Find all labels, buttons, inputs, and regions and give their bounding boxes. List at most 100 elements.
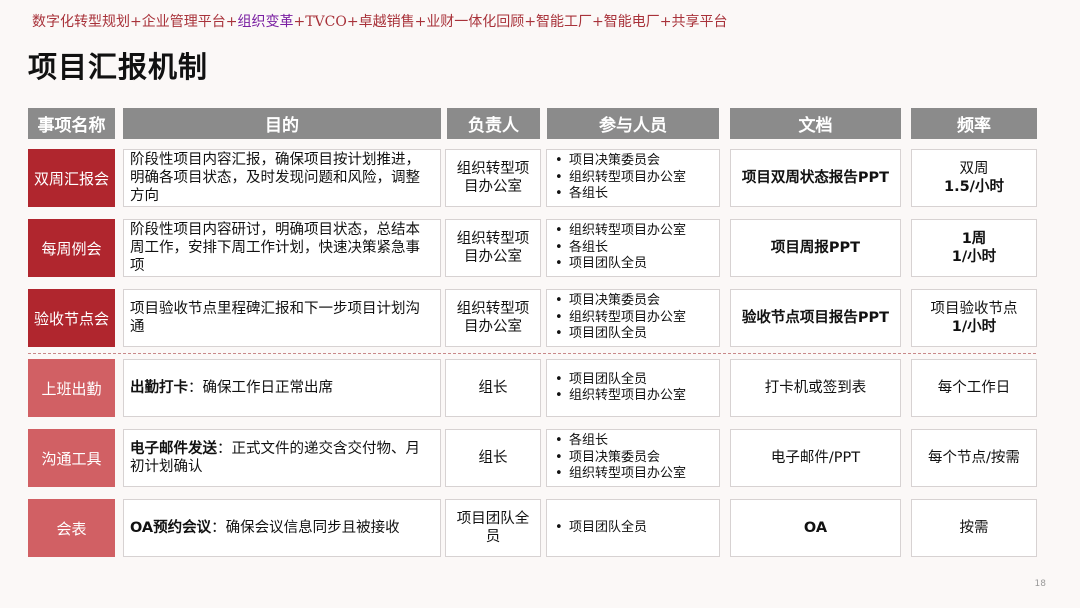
participants-cell: 组织转型项目办公室 各组长 项目团队全员	[546, 219, 720, 277]
document-cell: 项目周报PPT	[730, 219, 901, 277]
tag-org-change: 组织变革	[237, 14, 294, 30]
tag-separator: +	[225, 14, 238, 30]
owner-text: 组长	[478, 450, 508, 466]
tag-finance: 业财一体化回顾	[426, 14, 525, 30]
frequency-cell: 1周 1/小时	[911, 219, 1037, 277]
column-header-purpose: 目的	[123, 108, 441, 139]
participants-list: 项目决策委员会 组织转型项目办公室 各组长	[547, 153, 686, 203]
document-text: 项目双周状态报告PPT	[741, 170, 890, 186]
row-label-biweekly: 双周汇报会	[28, 149, 115, 207]
tag-separator: +	[659, 14, 672, 30]
owner-text: 组织转型项目办公室	[456, 301, 530, 335]
owner-cell: 组长	[445, 359, 541, 417]
document-cell: 验收节点项目报告PPT	[730, 289, 901, 347]
frequency-line1: 按需	[959, 520, 989, 536]
tag-separator: +	[524, 14, 537, 30]
purpose-cell: 阶段性项目内容汇报，确保项目按计划推进，明确各项目状态，及时发现问题和风险，调整…	[123, 149, 441, 207]
purpose-cell: 阶段性项目内容研讨，明确项目状态，总结本周工作，安排下周工作计划，快速决策紧急事…	[123, 219, 441, 277]
section-divider	[28, 353, 1036, 354]
tag-enterprise-platform: 企业管理平台	[141, 14, 226, 30]
frequency-line1: 每个工作日	[937, 380, 1011, 396]
participant-item: 组织转型项目办公室	[555, 223, 686, 240]
row-label-communication: 沟通工具	[28, 429, 115, 487]
tag-separator: +	[130, 14, 142, 30]
purpose-text: 阶段性项目内容研讨，明确项目状态，总结本周工作，安排下周工作计划，快速决策紧急事…	[130, 222, 420, 274]
purpose-cell: 出勤打卡：确保工作日正常出席	[123, 359, 441, 417]
document-cell: OA	[730, 499, 901, 557]
page-title: 项目汇报机制	[28, 50, 209, 84]
participant-item: 组织转型项目办公室	[555, 466, 686, 483]
row-label-weekly: 每周例会	[28, 219, 115, 277]
purpose-text: ：确保会议信息同步且被接收	[211, 520, 400, 536]
participant-item: 组织转型项目办公室	[555, 388, 686, 405]
frequency-cell: 双周 1.5/小时	[911, 149, 1037, 207]
participants-cell: 项目决策委员会 组织转型项目办公室 项目团队全员	[546, 289, 720, 347]
participants-list: 项目决策委员会 组织转型项目办公室 项目团队全员	[547, 293, 686, 343]
participant-item: 项目团队全员	[555, 326, 686, 343]
participants-list: 项目团队全员 组织转型项目办公室	[547, 372, 686, 405]
owner-cell: 组织转型项目办公室	[445, 219, 541, 277]
column-header-participants: 参与人员	[547, 108, 719, 139]
frequency-line1: 1周	[961, 231, 987, 247]
column-header-name: 事项名称	[28, 108, 115, 139]
purpose-text: 项目验收节点里程碑汇报和下一步项目计划沟通	[130, 301, 420, 335]
frequency-line1: 双周	[959, 161, 989, 177]
tag-shared-platform: 共享平台	[671, 14, 728, 30]
owner-cell: 组长	[445, 429, 541, 487]
participant-item: 组织转型项目办公室	[555, 170, 686, 187]
participants-cell: 项目团队全员	[546, 499, 720, 557]
frequency-line1: 每个节点/按需	[928, 450, 1020, 466]
tag-separator: +	[592, 14, 604, 30]
frequency-line2: 1.5/小时	[944, 179, 1004, 195]
participants-list: 组织转型项目办公室 各组长 项目团队全员	[547, 223, 686, 273]
document-cell: 打卡机或签到表	[730, 359, 901, 417]
document-text: 验收节点项目报告PPT	[741, 310, 890, 326]
tag-separator: +	[293, 14, 306, 30]
participants-cell: 项目团队全员 组织转型项目办公室	[546, 359, 720, 417]
document-cell: 项目双周状态报告PPT	[730, 149, 901, 207]
frequency-line2: 1/小时	[951, 319, 997, 335]
document-text: 项目周报PPT	[770, 240, 861, 256]
owner-text: 组织转型项目办公室	[456, 231, 530, 265]
header-tagline: 数字化转型规划+企业管理平台+组织变革+TVCO+卓越销售+业财一体化回顾+智能…	[32, 11, 728, 31]
participants-cell: 各组长 项目决策委员会 组织转型项目办公室	[546, 429, 720, 487]
owner-text: 组织转型项目办公室	[456, 161, 530, 195]
frequency-cell: 每个工作日	[911, 359, 1037, 417]
participant-item: 项目团队全员	[555, 372, 686, 389]
purpose-text: 阶段性项目内容汇报，确保项目按计划推进，明确各项目状态，及时发现问题和风险，调整…	[130, 152, 420, 204]
participant-item: 项目团队全员	[555, 520, 647, 537]
row-label-acceptance: 验收节点会	[28, 289, 115, 347]
frequency-line2: 1/小时	[951, 249, 997, 265]
tag-smart-factory: 智能工厂	[536, 14, 593, 30]
participant-item: 项目决策委员会	[555, 293, 686, 310]
owner-text: 项目团队全员	[456, 511, 530, 545]
owner-cell: 组织转型项目办公室	[445, 149, 541, 207]
participant-item: 项目团队全员	[555, 256, 686, 273]
column-header-owner: 负责人	[447, 108, 540, 139]
document-text: 电子邮件/PPT	[770, 450, 861, 466]
participant-item: 项目决策委员会	[555, 153, 686, 170]
purpose-text: ：确保工作日正常出席	[188, 380, 333, 396]
participant-item: 项目决策委员会	[555, 450, 686, 467]
participants-list: 项目团队全员	[547, 520, 647, 537]
column-header-frequency: 频率	[911, 108, 1037, 139]
tag-digital-transformation: 数字化转型规划	[32, 14, 130, 30]
participant-item: 各组长	[555, 186, 686, 203]
frequency-cell: 按需	[911, 499, 1037, 557]
frequency-line1: 项目验收节点	[930, 301, 1018, 317]
tag-separator: +	[346, 14, 359, 30]
owner-cell: 组织转型项目办公室	[445, 289, 541, 347]
tag-tvco: TVCO	[305, 14, 347, 30]
participant-item: 组织转型项目办公室	[555, 310, 686, 327]
row-label-meeting-schedule: 会表	[28, 499, 115, 557]
purpose-cell: 项目验收节点里程碑汇报和下一步项目计划沟通	[123, 289, 441, 347]
tag-separator: +	[414, 14, 427, 30]
tag-sales: 卓越销售	[358, 14, 415, 30]
tag-smart-plant: 智能电厂	[603, 14, 660, 30]
owner-text: 组长	[478, 380, 508, 396]
frequency-cell: 每个节点/按需	[911, 429, 1037, 487]
participants-cell: 项目决策委员会 组织转型项目办公室 各组长	[546, 149, 720, 207]
participant-item: 各组长	[555, 240, 686, 257]
purpose-bold-text: OA预约会议	[130, 520, 212, 536]
frequency-cell: 项目验收节点 1/小时	[911, 289, 1037, 347]
